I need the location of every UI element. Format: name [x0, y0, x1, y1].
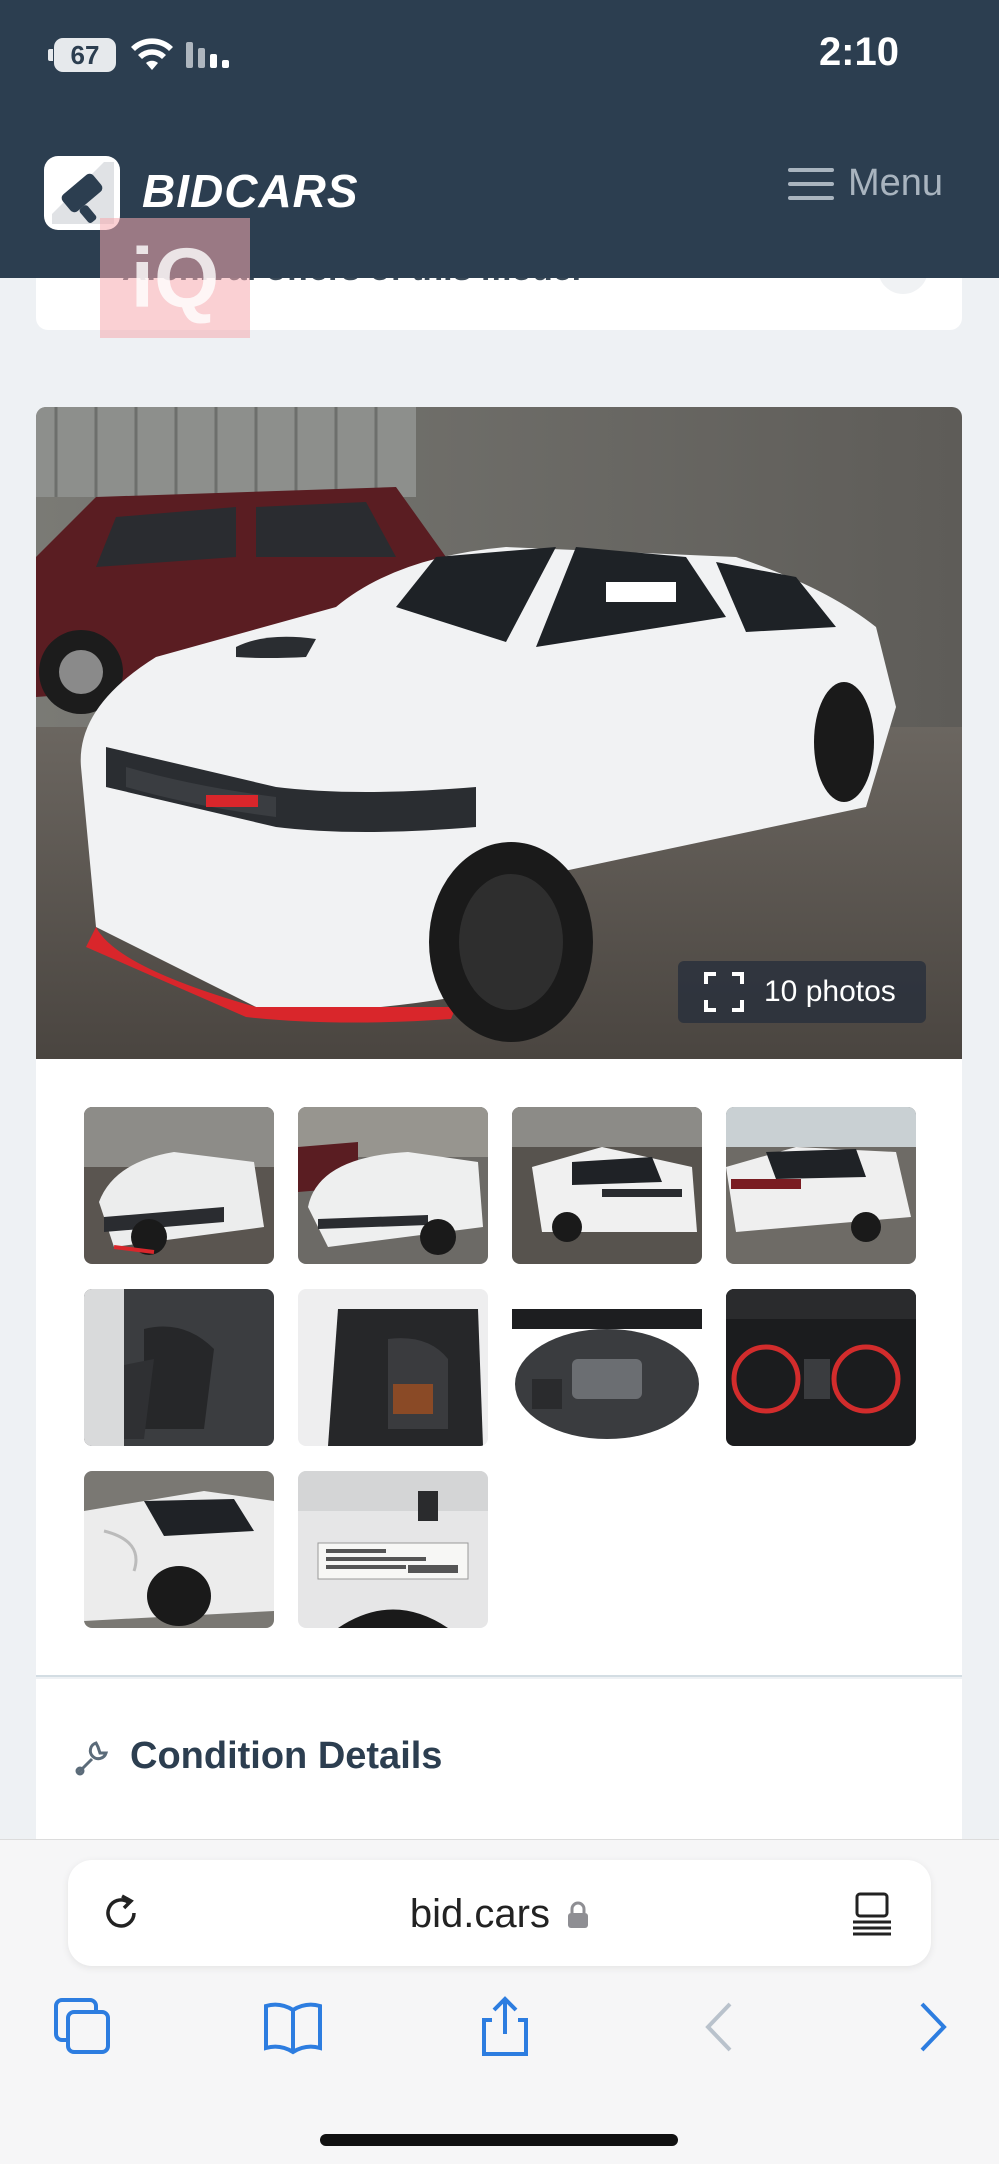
condition-details-section[interactable]: Condition Details	[36, 1679, 962, 1839]
menu-label: Menu	[847, 162, 943, 204]
view-all-photos-button[interactable]: 10 photos	[678, 961, 926, 1023]
url-text[interactable]: bid.cars	[68, 1892, 931, 1937]
watermark-logo: iQ	[100, 218, 250, 338]
status-bar: 67 2:10	[0, 0, 999, 110]
thumbnail-10[interactable]	[298, 1471, 488, 1628]
photo-gallery	[36, 1059, 962, 1677]
photos-count-label: 10 photos	[764, 975, 896, 1008]
thumbnail-3[interactable]	[512, 1107, 702, 1264]
fullscreen-icon	[704, 972, 744, 1012]
thumbnail-9[interactable]	[84, 1471, 274, 1628]
bookmarks-icon[interactable]	[262, 1996, 324, 2058]
main-car-photo[interactable]: 10 photos	[36, 407, 962, 1059]
thumbnail-4[interactable]	[726, 1107, 916, 1264]
thumbnail-5[interactable]	[84, 1289, 274, 1446]
tabs-icon[interactable]	[52, 1996, 114, 2058]
thumbnail-2[interactable]	[298, 1107, 488, 1264]
home-indicator	[320, 2134, 678, 2146]
condition-details-title: Condition Details	[130, 1735, 443, 1777]
wifi-icon	[131, 38, 173, 70]
thumbnail-8[interactable]	[726, 1289, 916, 1446]
brand-name[interactable]: BIDCARS	[142, 164, 359, 218]
url-label: bid.cars	[409, 1892, 550, 1936]
status-time: 2:10	[818, 30, 899, 74]
cellular-signal-icon	[186, 42, 229, 68]
share-icon[interactable]	[474, 1996, 536, 2058]
thumbnail-7[interactable]	[512, 1289, 702, 1446]
battery-indicator: 67	[48, 38, 116, 72]
forward-icon[interactable]	[900, 1996, 962, 2058]
wrench-icon	[75, 1741, 109, 1776]
thumbnail-6[interactable]	[298, 1289, 488, 1446]
address-bar[interactable]: bid.cars	[68, 1860, 931, 1966]
menu-button[interactable]: Menu	[787, 162, 943, 205]
browser-toolbar: bid.cars	[0, 1839, 999, 2164]
back-icon[interactable]	[690, 1996, 752, 2058]
hamburger-icon	[787, 166, 834, 202]
reader-icon[interactable]	[851, 1890, 893, 1936]
thumbnail-1[interactable]	[84, 1107, 274, 1264]
lock-icon	[568, 1901, 589, 1928]
